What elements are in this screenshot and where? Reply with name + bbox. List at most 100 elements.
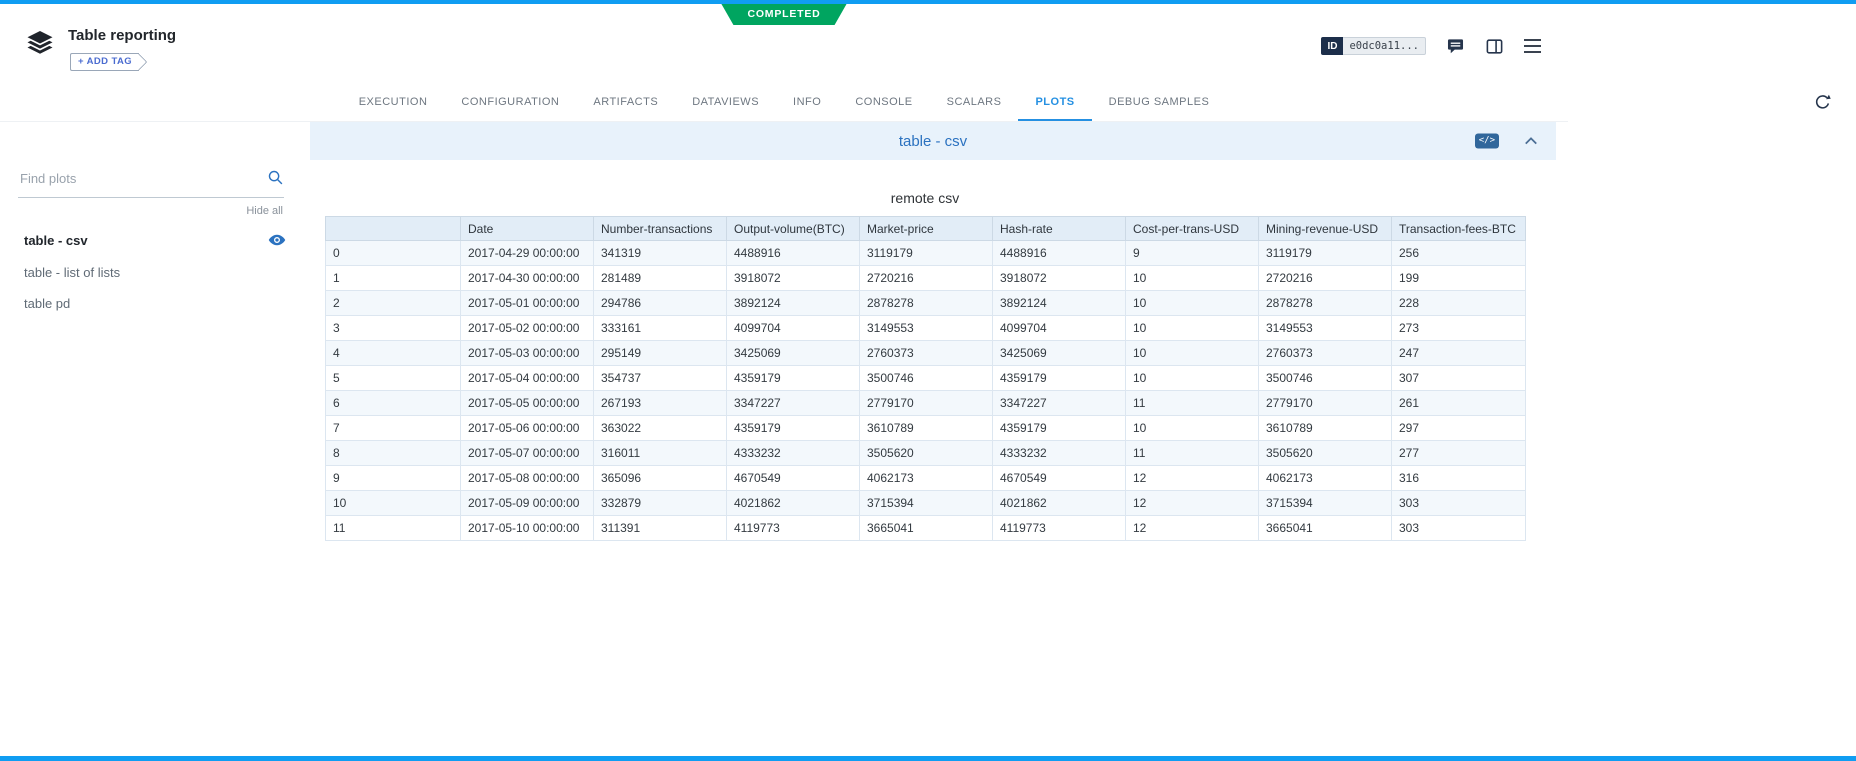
table-cell: 4359179	[993, 366, 1126, 391]
table-cell: 4099704	[993, 316, 1126, 341]
tab-bar: EXECUTIONCONFIGURATIONARTIFACTSDATAVIEWS…	[342, 84, 1227, 121]
plot-body: remote csv DateNumber-transactionsOutput…	[325, 190, 1540, 541]
table-cell: 247	[1392, 341, 1526, 366]
experiment-type-icon	[26, 31, 54, 61]
tab-info[interactable]: INFO	[776, 84, 838, 121]
experiment-id-badge[interactable]: ID e0dc0a11...	[1321, 37, 1426, 55]
table-cell: 2760373	[1259, 341, 1392, 366]
collapse-chevron-icon[interactable]	[1524, 136, 1538, 146]
table-cell: 1	[326, 266, 461, 291]
table-cell: 2017-05-03 00:00:00	[461, 341, 594, 366]
table-cell: 3119179	[1259, 241, 1392, 266]
table-cell: 9	[326, 466, 461, 491]
table-cell: 3610789	[1259, 416, 1392, 441]
table-cell: 341319	[594, 241, 727, 266]
table-cell: 2720216	[1259, 266, 1392, 291]
table-cell: 3892124	[993, 291, 1126, 316]
table-cell: 4359179	[727, 366, 860, 391]
table-cell: 4333232	[993, 441, 1126, 466]
table-cell: 4670549	[993, 466, 1126, 491]
table-cell: 2	[326, 291, 461, 316]
search-icon[interactable]	[267, 169, 284, 191]
table-cell: 2760373	[860, 341, 993, 366]
visibility-eye-icon[interactable]	[268, 231, 286, 249]
table-cell: 12	[1126, 466, 1259, 491]
tab-plots[interactable]: PLOTS	[1018, 84, 1091, 121]
page-title: Table reporting	[68, 27, 176, 45]
table-cell: 294786	[594, 291, 727, 316]
tab-debug-samples[interactable]: DEBUG SAMPLES	[1092, 84, 1227, 121]
table-cell: 3892124	[727, 291, 860, 316]
view-code-icon[interactable]: </>	[1475, 134, 1499, 149]
plot-item-label: table - list of lists	[24, 265, 120, 280]
column-header: Cost-per-trans-USD	[1126, 217, 1259, 241]
table-cell: 4359179	[993, 416, 1126, 441]
table-cell: 3715394	[1259, 491, 1392, 516]
plot-list-item[interactable]: table - csv	[0, 223, 310, 257]
table-cell: 0	[326, 241, 461, 266]
table-cell: 5	[326, 366, 461, 391]
comments-icon[interactable]	[1446, 37, 1465, 56]
table-cell: 354737	[594, 366, 727, 391]
plot-list-item[interactable]: table pd	[0, 288, 310, 319]
table-row: 22017-05-01 00:00:0029478638921242878278…	[326, 291, 1526, 316]
tab-configuration[interactable]: CONFIGURATION	[444, 84, 576, 121]
table-cell: 4670549	[727, 466, 860, 491]
table-cell: 11	[1126, 441, 1259, 466]
table-row: 62017-05-05 00:00:0026719333472272779170…	[326, 391, 1526, 416]
table-cell: 303	[1392, 516, 1526, 541]
table-cell: 7	[326, 416, 461, 441]
table-cell: 281489	[594, 266, 727, 291]
add-tag-button[interactable]: + ADD TAG	[70, 53, 139, 71]
tab-artifacts[interactable]: ARTIFACTS	[576, 84, 675, 121]
table-cell: 4488916	[727, 241, 860, 266]
column-header: Output-volume(BTC)	[727, 217, 860, 241]
find-plots-input[interactable]	[18, 170, 258, 187]
table-cell: 2878278	[860, 291, 993, 316]
table-cell: 3425069	[993, 341, 1126, 366]
title-block: Table reporting + ADD TAG	[68, 27, 176, 71]
side-panel-icon[interactable]	[1485, 37, 1504, 56]
hide-all-link[interactable]: Hide all	[0, 205, 283, 217]
table-row: 42017-05-03 00:00:0029514934250692760373…	[326, 341, 1526, 366]
column-header: Hash-rate	[993, 217, 1126, 241]
table-row: 112017-05-10 00:00:003113914119773366504…	[326, 516, 1526, 541]
table-cell: 4021862	[993, 491, 1126, 516]
table-cell: 4062173	[1259, 466, 1392, 491]
plot-list-item[interactable]: table - list of lists	[0, 257, 310, 288]
column-header	[326, 217, 461, 241]
table-cell: 2017-05-10 00:00:00	[461, 516, 594, 541]
table-row: 82017-05-07 00:00:0031601143332323505620…	[326, 441, 1526, 466]
table-cell: 3425069	[727, 341, 860, 366]
table-cell: 3149553	[1259, 316, 1392, 341]
table-cell: 363022	[594, 416, 727, 441]
table-cell: 267193	[594, 391, 727, 416]
table-cell: 307	[1392, 366, 1526, 391]
table-row: 12017-04-30 00:00:0028148939180722720216…	[326, 266, 1526, 291]
tab-scalars[interactable]: SCALARS	[930, 84, 1019, 121]
table-cell: 4021862	[727, 491, 860, 516]
table-cell: 3	[326, 316, 461, 341]
table-cell: 8	[326, 441, 461, 466]
table-cell: 297	[1392, 416, 1526, 441]
menu-icon[interactable]	[1524, 39, 1542, 53]
table-cell: 277	[1392, 441, 1526, 466]
table-cell: 3347227	[727, 391, 860, 416]
table-cell: 2017-05-02 00:00:00	[461, 316, 594, 341]
table-cell: 3500746	[860, 366, 993, 391]
table-cell: 11	[1126, 391, 1259, 416]
table-cell: 3918072	[993, 266, 1126, 291]
auto-refresh-icon[interactable]	[1813, 93, 1832, 117]
tab-execution[interactable]: EXECUTION	[342, 84, 445, 121]
table-cell: 199	[1392, 266, 1526, 291]
table-row: 02017-04-29 00:00:0034131944889163119179…	[326, 241, 1526, 266]
table-cell: 2017-04-29 00:00:00	[461, 241, 594, 266]
table-cell: 4488916	[993, 241, 1126, 266]
data-table: DateNumber-transactionsOutput-volume(BTC…	[325, 216, 1526, 541]
table-cell: 2017-05-06 00:00:00	[461, 416, 594, 441]
tab-dataviews[interactable]: DATAVIEWS	[675, 84, 776, 121]
table-cell: 10	[1126, 366, 1259, 391]
table-cell: 2720216	[860, 266, 993, 291]
tab-console[interactable]: CONSOLE	[838, 84, 929, 121]
table-cell: 2017-05-01 00:00:00	[461, 291, 594, 316]
